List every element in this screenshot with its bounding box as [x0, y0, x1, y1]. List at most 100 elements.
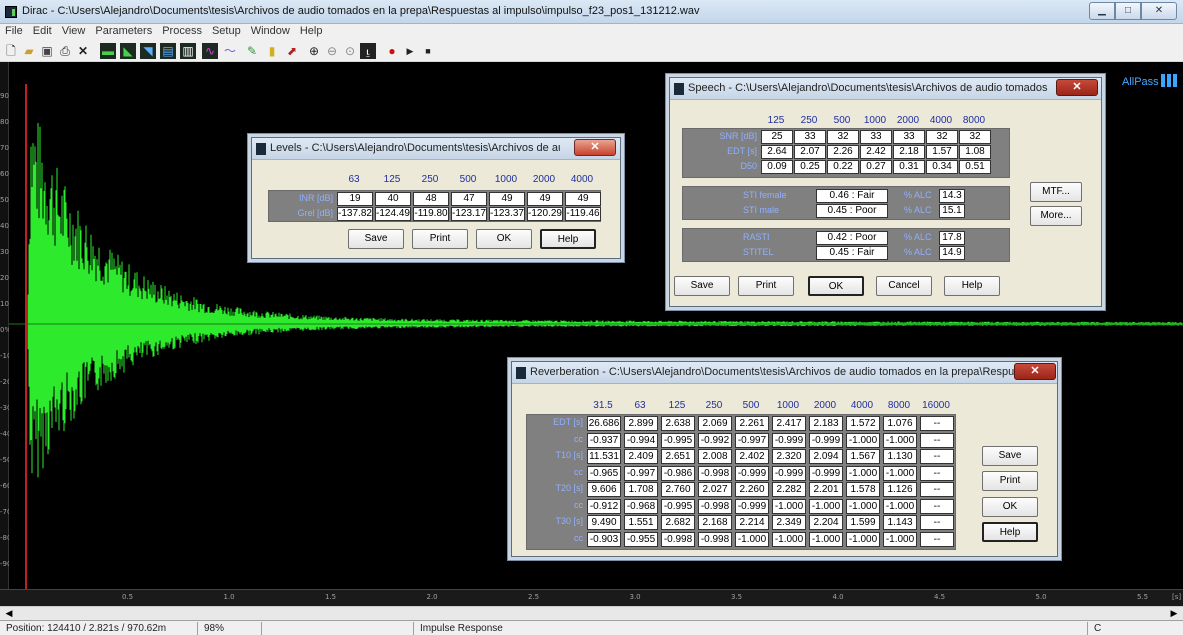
- speech-col-header: 250: [800, 115, 818, 126]
- status-empty: [262, 622, 414, 635]
- reverb-print-button[interactable]: Print: [982, 471, 1038, 491]
- info-icon[interactable]: ⍸: [360, 43, 376, 59]
- speech-value-cell: 1.08: [959, 145, 991, 159]
- levels-col-header: 500: [459, 174, 477, 185]
- scroll-right-arrow-icon[interactable]: ▶: [1167, 607, 1181, 620]
- reverb-value-cell: -1.000: [772, 498, 806, 514]
- curve-icon[interactable]: ∿: [202, 43, 218, 59]
- reverberation-close-button[interactable]: ✕: [1014, 363, 1056, 380]
- app-icon: [5, 6, 17, 18]
- reverb-value-cell: -1.000: [809, 531, 843, 547]
- speech-value-cell: 0.31: [893, 160, 925, 174]
- levels-values-panel: INR [dB] 19 40 48 47 49 49 49 Grel [dB] -137.82 -1…: [268, 190, 601, 222]
- delete-icon[interactable]: ✕: [75, 43, 91, 59]
- toolbar: 🗋 ▰ ▣ ⎙ ✕ ▬ ◣ ◥ ▤ ▥ ∿ 〜 ✎ ▮ ⬈ ⊕ ⊖ ⊙ ⍸ ● …: [0, 40, 1183, 62]
- levels-value-cell: 40: [375, 192, 411, 206]
- speech-value-cell: 2.18: [893, 145, 925, 159]
- speech-col-header: 2000: [896, 115, 920, 126]
- minimize-button[interactable]: ▁: [1089, 2, 1115, 20]
- speech-cancel-button[interactable]: Cancel: [876, 276, 932, 296]
- scroll-left-arrow-icon[interactable]: ◀: [2, 607, 16, 620]
- levels-ok-button[interactable]: OK: [476, 229, 532, 249]
- filter-view-icon[interactable]: ▥: [180, 43, 196, 59]
- reverb-value-cell: -1.000: [883, 465, 917, 481]
- schroeder-view-icon[interactable]: ◥: [140, 43, 156, 59]
- speech-help-button[interactable]: Help: [944, 276, 1000, 296]
- reverb-value-cell: 26.686: [587, 416, 621, 431]
- wave-icon[interactable]: 〜: [222, 43, 238, 59]
- levels-value-cell: 49: [489, 192, 525, 206]
- speech-value-cell: 32: [959, 130, 991, 144]
- reverb-help-button[interactable]: Help: [982, 522, 1038, 542]
- impulse-view-icon[interactable]: ▬: [100, 43, 116, 59]
- close-button[interactable]: ✕: [1141, 2, 1177, 20]
- reverb-value-cell: 2.651: [661, 449, 695, 464]
- speech-ok-button[interactable]: OK: [808, 276, 864, 296]
- reverb-value-cell: -0.994: [624, 432, 658, 448]
- menu-setup[interactable]: Setup: [207, 24, 246, 40]
- bars-icon[interactable]: ▮: [264, 43, 280, 59]
- levels-value-cell: 49: [527, 192, 563, 206]
- menu-process[interactable]: Process: [157, 24, 207, 40]
- save-disk-icon[interactable]: ▣: [39, 43, 55, 59]
- speech-print-button[interactable]: Print: [738, 276, 794, 296]
- reverb-save-button[interactable]: Save: [982, 446, 1038, 466]
- zoom-in-icon[interactable]: ⊕: [306, 43, 322, 59]
- levels-value-cell: -119.46: [565, 207, 601, 221]
- rasti-panel-label: STITEL: [743, 247, 774, 257]
- reverb-value-cell: 9.606: [587, 482, 621, 497]
- reverb-value-cell: -1.000: [809, 498, 843, 514]
- reverb-value-cell: -1.000: [846, 531, 880, 547]
- speech-save-button[interactable]: Save: [674, 276, 730, 296]
- horizontal-scrollbar[interactable]: ◀ ▶: [0, 606, 1183, 620]
- levels-close-button[interactable]: ✕: [574, 139, 616, 156]
- reverb-ok-button[interactable]: OK: [982, 497, 1038, 517]
- speech-close-button[interactable]: ✕: [1056, 79, 1098, 96]
- reverb-value-cell: 2.069: [698, 416, 732, 431]
- reverb-value-cell: 2.899: [624, 416, 658, 431]
- reverb-value-cell: -0.999: [735, 498, 769, 514]
- reverb-value-cell: 2.282: [772, 482, 806, 497]
- pen-icon[interactable]: ✎: [244, 43, 260, 59]
- speech-mtf-button[interactable]: MTF...: [1030, 182, 1082, 202]
- speech-value-cell: 0.22: [827, 160, 859, 174]
- spectrum-view-icon[interactable]: ▤: [160, 43, 176, 59]
- menu-view[interactable]: View: [57, 24, 91, 40]
- menu-edit[interactable]: Edit: [28, 24, 57, 40]
- open-folder-icon[interactable]: ▰: [21, 43, 37, 59]
- zoom-fit-icon[interactable]: ⊙: [342, 43, 358, 59]
- levels-title: Levels - C:\Users\Alejandro\Documents\te…: [270, 142, 560, 154]
- menu-file[interactable]: File: [0, 24, 28, 40]
- marker-icon[interactable]: ⬈: [284, 43, 300, 59]
- levels-print-button[interactable]: Print: [412, 229, 468, 249]
- menu-window[interactable]: Window: [246, 24, 295, 40]
- speech-value-cell: 25: [761, 130, 793, 144]
- reverb-value-cell: 2.261: [735, 416, 769, 431]
- reverb-col-header: 500: [742, 400, 760, 411]
- menu-parameters[interactable]: Parameters: [90, 24, 157, 40]
- reverb-value-cell: -0.968: [624, 498, 658, 514]
- zoom-out-icon[interactable]: ⊖: [324, 43, 340, 59]
- record-icon[interactable]: ●: [384, 43, 400, 59]
- maximize-button[interactable]: □: [1115, 2, 1141, 20]
- speech-col-header: 4000: [929, 115, 953, 126]
- levels-save-button[interactable]: Save: [348, 229, 404, 249]
- reverb-row-label: EDT [s]: [553, 417, 583, 427]
- levels-help-button[interactable]: Help: [540, 229, 596, 249]
- print-icon[interactable]: ⎙: [57, 43, 73, 59]
- reverb-value-cell: -0.965: [587, 465, 621, 481]
- reverb-value-cell: -0.999: [772, 465, 806, 481]
- stop-icon[interactable]: ■: [420, 43, 436, 59]
- play-icon[interactable]: ▶: [402, 43, 418, 59]
- y-tick-label: 50: [0, 196, 9, 204]
- menu-help[interactable]: Help: [295, 24, 328, 40]
- new-file-icon[interactable]: 🗋: [3, 43, 19, 59]
- rasti-panel-alc-label: % ALC: [904, 232, 932, 242]
- reverb-value-cell: -0.937: [587, 432, 621, 448]
- reverb-value-cell: --: [920, 432, 954, 448]
- speech-more-button[interactable]: More...: [1030, 206, 1082, 226]
- energy-view-icon[interactable]: ◣: [120, 43, 136, 59]
- reverb-value-cell: -0.995: [661, 432, 695, 448]
- reverb-value-cell: 11.531: [587, 449, 621, 464]
- reverb-value-cell: 2.214: [735, 515, 769, 530]
